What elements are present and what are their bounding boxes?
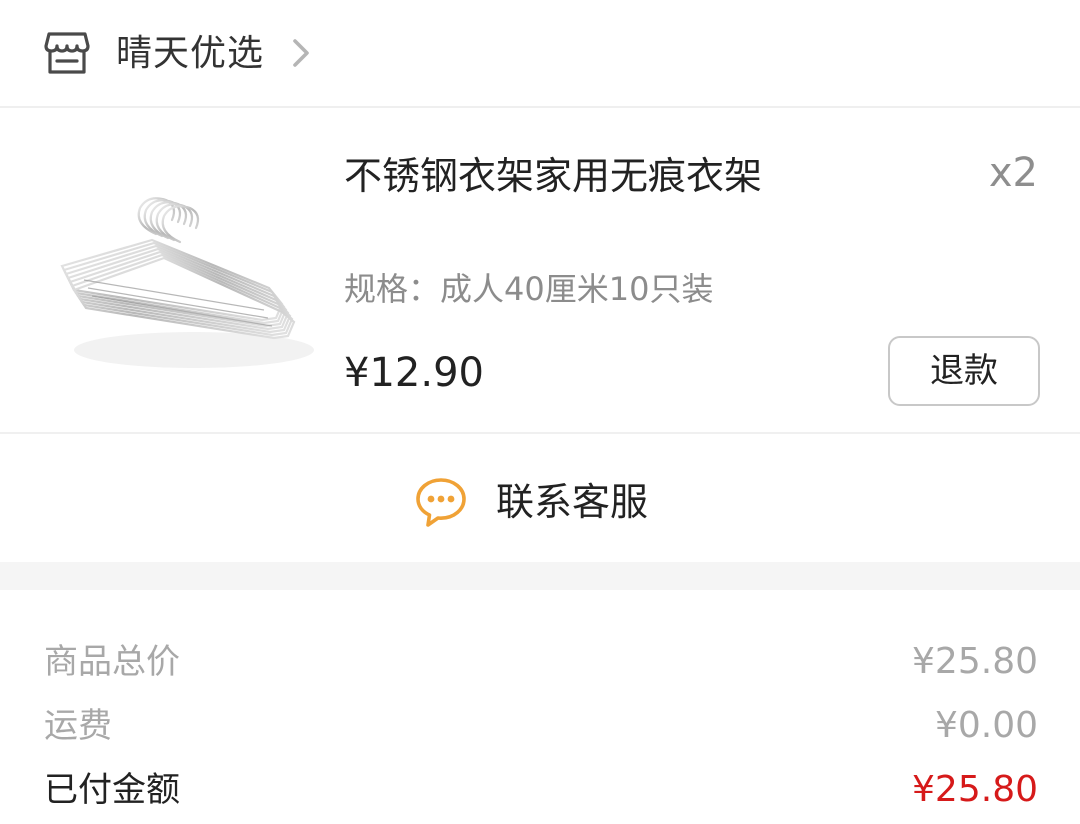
summary-row-paid: 已付金额 ¥25.80	[44, 766, 1038, 814]
store-icon	[44, 32, 90, 74]
order-summary: 商品总价 ¥25.80 运费 ¥0.00 已付金额 ¥25.80	[0, 590, 1080, 824]
subtotal-value: ¥25.80	[912, 641, 1038, 682]
product-title[interactable]: 不锈钢衣架家用无痕衣架	[344, 152, 762, 200]
shipping-label: 运费	[44, 706, 112, 746]
order-product-item[interactable]: 不锈钢衣架家用无痕衣架 x2 规格：成人40厘米10只装 ¥12.90 退款	[0, 108, 1080, 434]
refund-button[interactable]: 退款	[888, 336, 1040, 406]
paid-label: 已付金额	[44, 770, 180, 810]
contact-service-label: 联系客服	[496, 480, 649, 524]
section-divider	[0, 562, 1080, 590]
chat-bubble-icon	[416, 478, 466, 527]
product-spec: 规格：成人40厘米10只装	[344, 270, 714, 308]
shipping-value: ¥0.00	[934, 705, 1038, 746]
contact-service-button[interactable]: 联系客服	[414, 474, 648, 530]
clothes-hangers-image[interactable]	[44, 180, 316, 400]
store-header[interactable]: 晴天优选	[0, 0, 1080, 108]
product-quantity: x2	[988, 150, 1038, 196]
chevron-right-icon[interactable]	[288, 36, 314, 70]
product-price: ¥12.90	[344, 350, 484, 396]
contact-service-row[interactable]: 联系客服	[0, 434, 1080, 562]
store-name[interactable]: 晴天优选	[116, 30, 264, 78]
subtotal-label: 商品总价	[44, 642, 180, 682]
paid-value: ¥25.80	[912, 769, 1038, 810]
summary-row-subtotal: 商品总价 ¥25.80	[44, 638, 1038, 686]
summary-row-shipping: 运费 ¥0.00	[44, 702, 1038, 750]
